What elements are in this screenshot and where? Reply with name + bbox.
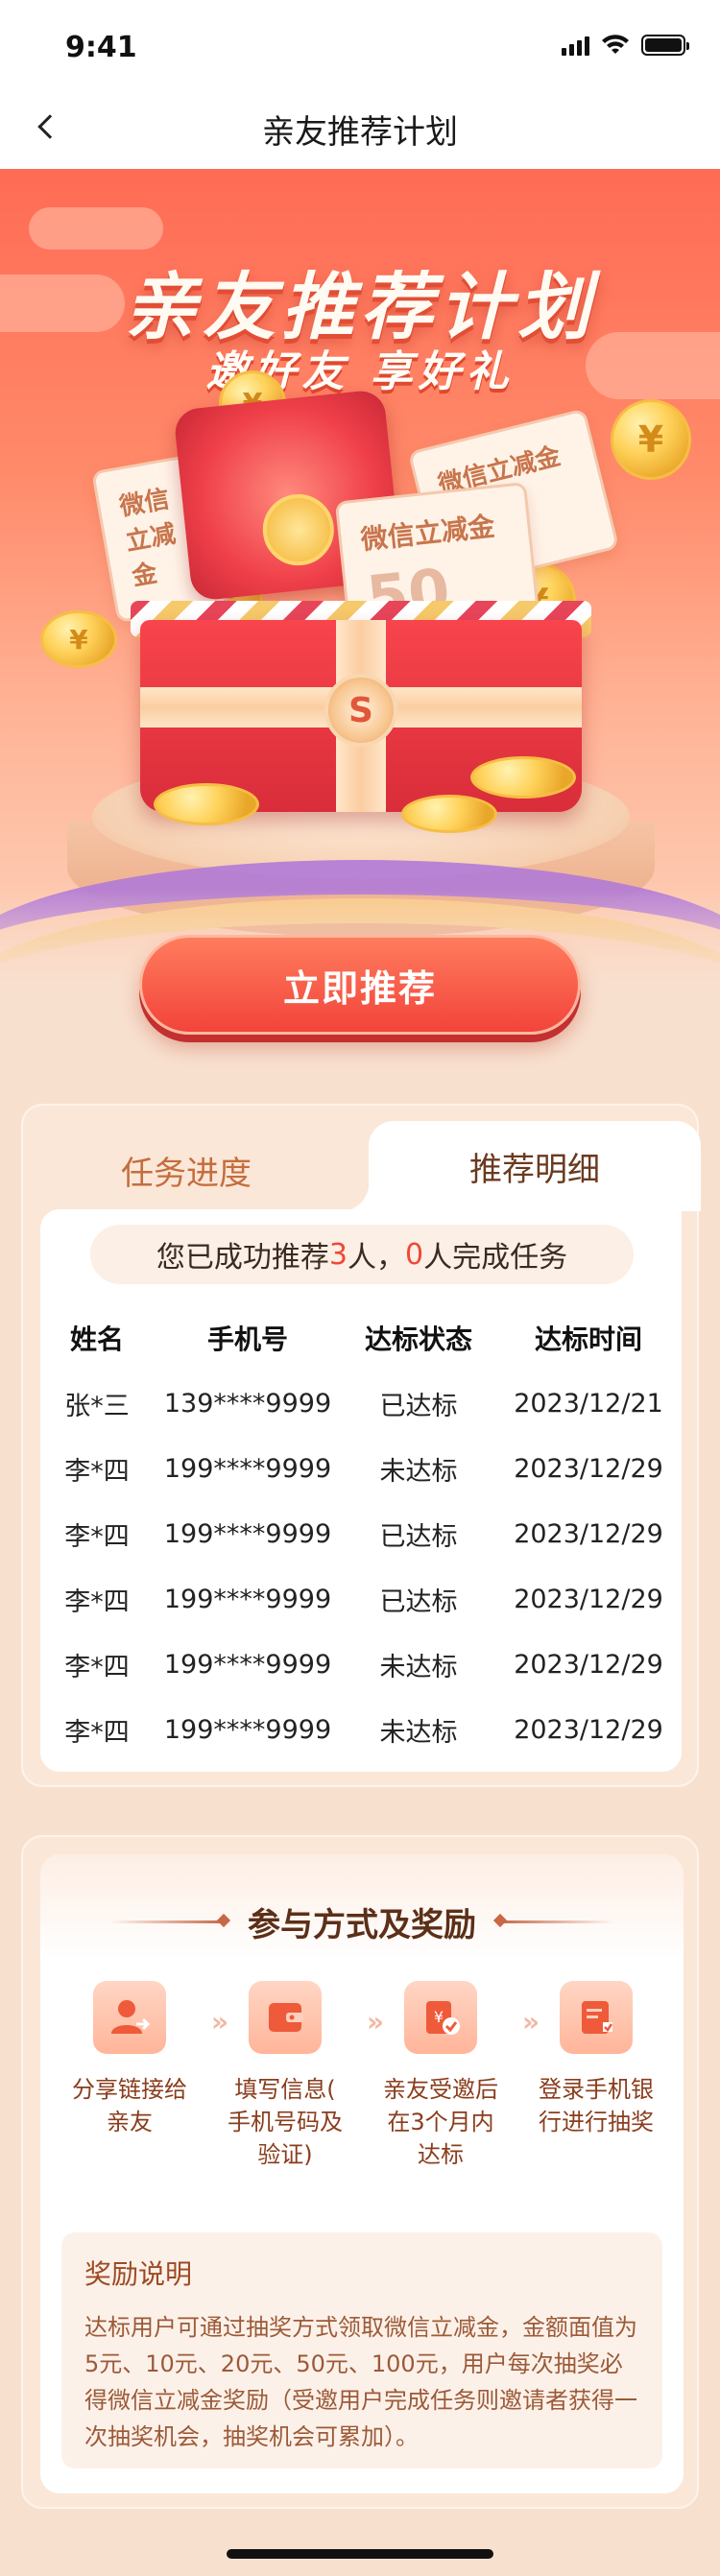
recommend-detail-content: 您已成功推荐 3 人， 0 人完成任务 姓名 手机号 达标状态 达标时间 张*三…	[40, 1209, 682, 1772]
step-fill-info: 填写信息( 手机号码及 验证)	[213, 1981, 357, 2171]
gift-badge-icon: S	[324, 674, 397, 747]
coin-icon: ¥	[40, 610, 117, 668]
step-label: 登录手机银 行进行抽奖	[539, 2076, 654, 2135]
step-share-link: 分享链接给 亲友	[58, 1981, 202, 2138]
table-row: 李*四 199****9999 未达标 2023/12/29	[64, 1649, 663, 1682]
step-label: 亲友受邀后 在3个月内 达标	[383, 2076, 498, 2168]
table-row: 李*四 199****9999 已达标 2023/12/29	[64, 1518, 663, 1552]
column-header-phone: 手机号	[206, 1324, 288, 1355]
battery-icon	[641, 35, 689, 56]
column-header-status: 达标状态	[364, 1324, 472, 1355]
step-friend-qualify: ¥ 亲友受邀后 在3个月内 达标	[369, 1981, 513, 2171]
cloud-decoration	[29, 207, 163, 250]
svg-text:¥: ¥	[434, 2008, 444, 2026]
step-label: 填写信息( 手机号码及 验证)	[228, 2076, 343, 2168]
task-panel: 任务进度 推荐明细 您已成功推荐 3 人， 0 人完成任务 姓名 手机号 达标状…	[21, 1104, 701, 1787]
coin-icon	[401, 795, 497, 833]
table-row: 张*三 139****9999 已达标 2023/12/21	[64, 1388, 663, 1421]
table-row: 李*四 199****9999 未达标 2023/12/29	[64, 1714, 663, 1748]
table-row: 李*四 199****9999 已达标 2023/12/29	[64, 1584, 663, 1617]
nav-bar: 亲友推荐计划	[0, 84, 720, 169]
divider-right	[499, 1920, 614, 1923]
page-title: 亲友推荐计划	[262, 113, 458, 152]
bank-login-icon	[560, 1981, 633, 2054]
column-header-time: 达标时间	[534, 1324, 642, 1355]
rules-title: 参与方式及奖励	[248, 1906, 476, 1944]
coin-icon	[470, 756, 576, 799]
coupon-check-icon: ¥	[404, 1981, 477, 2054]
rules-panel: 参与方式及奖励 分享链接给 亲友 » 填写信息(手机号码及 验证) » ¥ 亲…	[21, 1835, 699, 2509]
reward-description: 达标用户可通过抽奖方式领取微信立减金，金额面值为5元、10元、20元、50元、1…	[84, 2314, 637, 2450]
hero-banner: 亲友推荐计划 邀好友 享好礼 ¥ ¥ ¥ ¥ ¥ 微信立减金 微信立减金 微信立…	[0, 169, 720, 1033]
home-indicator	[227, 2549, 493, 2559]
cellular-signal-icon	[562, 35, 589, 56]
status-icons	[562, 35, 689, 56]
reward-description-box: 奖励说明 达标用户可通过抽奖方式领取微信立减金，金额面值为5元、10元、20元、…	[61, 2232, 662, 2469]
recommend-now-button[interactable]: 立即推荐	[139, 935, 581, 1035]
completed-count: 0	[405, 1237, 424, 1272]
step-label: 分享链接给 亲友	[72, 2076, 187, 2135]
tab-bar: 任务进度 推荐明细	[23, 1106, 701, 1211]
coin-icon	[154, 783, 259, 825]
divider-left	[109, 1920, 225, 1923]
rules-content: 参与方式及奖励 分享链接给 亲友 » 填写信息(手机号码及 验证) » ¥ 亲…	[40, 1854, 684, 2493]
status-time: 9:41	[65, 31, 137, 64]
table-header: 姓名 手机号 达标状态 达标时间	[40, 1305, 682, 1371]
wallet-icon	[249, 1981, 322, 2054]
recommend-summary: 您已成功推荐 3 人， 0 人完成任务	[90, 1225, 634, 1284]
tab-task-progress[interactable]: 任务进度	[23, 1129, 349, 1211]
hero-subtitle: 邀好友 享好礼	[205, 347, 515, 396]
tab-recommend-detail[interactable]: 推荐明细	[340, 1121, 701, 1211]
rules-heading: 参与方式及奖励	[40, 1898, 684, 1945]
wifi-icon	[602, 35, 629, 54]
steps-row: 分享链接给 亲友 » 填写信息( 手机号码及 验证) » ¥ 亲友受邀后 在3个…	[40, 1981, 684, 2211]
reward-title: 奖励说明	[84, 2258, 193, 2290]
recommended-count: 3	[328, 1237, 348, 1272]
step-login-draw: 登录手机银 行进行抽奖	[524, 1981, 668, 2138]
coin-icon: ¥	[611, 399, 691, 480]
user-share-icon	[93, 1981, 166, 2054]
column-header-name: 姓名	[69, 1324, 124, 1355]
table-row: 李*四 199****9999 未达标 2023/12/29	[64, 1453, 663, 1487]
status-bar: 9:41	[0, 0, 720, 84]
